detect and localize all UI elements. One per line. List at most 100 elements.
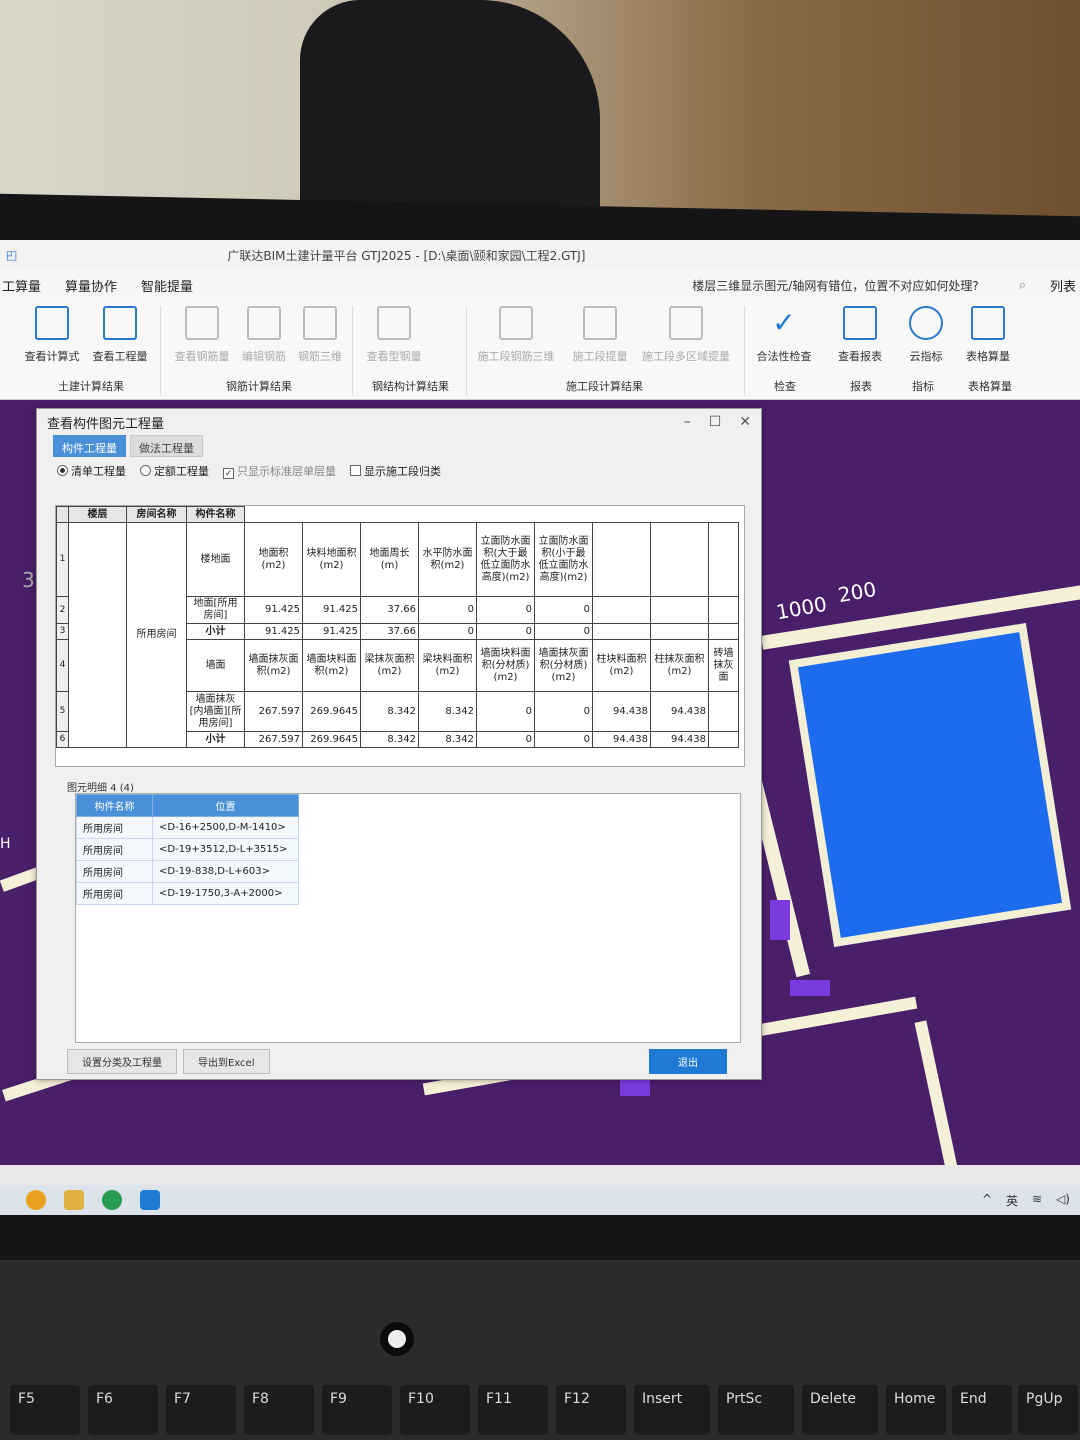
detail-row[interactable]: 所用房间 <D-19+3512,D-L+3515> xyxy=(76,838,299,861)
taskbar: ^ 英 ≋ ◁) xyxy=(0,1185,1080,1215)
folder-icon[interactable] xyxy=(64,1190,84,1210)
validity-check-button[interactable]: ✓ 合法性检查 xyxy=(752,306,816,364)
group-steel: 钢结构计算结果 xyxy=(372,380,449,393)
menu-bar: 工算量 算量协作 智能提量 楼层三维显示图元/轴网有错位，位置不对应如何处理? … xyxy=(0,270,1080,300)
cloud-icon xyxy=(909,306,943,340)
rebar-edit-icon xyxy=(247,306,281,340)
tab-component-qty[interactable]: 构件工程量 xyxy=(53,435,126,457)
view-formula-button[interactable]: 查看计算式 xyxy=(20,306,84,364)
view-report-button[interactable]: 查看报表 xyxy=(828,306,892,364)
export-excel-button[interactable]: 导出到Excel xyxy=(183,1049,270,1074)
quantity-table[interactable]: 楼层 房间名称 构件名称 1 所用房间 楼地面 地面积(m2) 块料地面积(m2… xyxy=(55,505,745,767)
radio-bill-qty[interactable]: 清单工程量 xyxy=(57,463,126,479)
detail-panel: 构件名称 位置 所用房间 <D-16+2500,D-M-1410> 所用房间 <D-… xyxy=(75,793,741,1043)
cloud-index-button[interactable]: 云指标 xyxy=(894,306,958,364)
floor-subtotal-label: 小计 xyxy=(186,623,245,640)
key-f11: F11 xyxy=(478,1385,548,1435)
key-f10: F10 xyxy=(400,1385,470,1435)
radio-quota-qty[interactable]: 定额工程量 xyxy=(140,463,209,479)
detail-row[interactable]: 所用房间 <D-16+2500,D-M-1410> xyxy=(76,816,299,839)
view-quantity-button[interactable]: 查看工程量 xyxy=(88,306,152,364)
rebar-3d-icon xyxy=(303,306,337,340)
webcam xyxy=(388,1330,406,1348)
chevron-up-icon[interactable]: ^ xyxy=(982,1192,992,1209)
edit-rebar-button[interactable]: 编辑钢筋 xyxy=(232,306,296,364)
list-label[interactable]: 列表 xyxy=(1050,276,1076,295)
laptop-keyboard: F5 F6 F7 F8 F9 F10 F11 F12 Insert PrtSc … xyxy=(0,1260,1080,1440)
tab-method-qty[interactable]: 做法工程量 xyxy=(130,435,203,457)
axis-label-h: H xyxy=(0,836,11,852)
key-delete: Delete xyxy=(802,1385,878,1435)
header-room: 房间名称 xyxy=(126,506,187,523)
check-show-stage[interactable]: 显示施工段归类 xyxy=(350,463,441,479)
window-title: 广联达BIM土建计量平台 GTJ2025 - [D:\桌面\颐和家园\工程2.G… xyxy=(227,248,586,263)
detail-row[interactable]: 所用房间 <D-19-838,D-L+603> xyxy=(76,860,299,883)
quantity-icon xyxy=(103,306,137,340)
wall-row-name: 墙面抹灰[内墙面][所用房间] xyxy=(186,691,245,732)
stage-rebar-3d-button[interactable]: 施工段钢筋三维 xyxy=(474,306,558,364)
minimize-icon[interactable]: – xyxy=(684,414,691,430)
detail-header-pos: 位置 xyxy=(152,794,299,817)
view-rebar-button[interactable]: 查看钢筋量 xyxy=(170,306,234,364)
header-component: 构件名称 xyxy=(186,506,245,523)
key-home: Home xyxy=(886,1385,946,1435)
stage-multi-qty-button[interactable]: 施工段多区域提量 xyxy=(636,306,736,364)
view-steel-button[interactable]: 查看型钢量 xyxy=(362,306,426,364)
formula-icon xyxy=(35,306,69,340)
system-tray: ^ 英 ≋ ◁) xyxy=(982,1192,1070,1209)
menu-collab[interactable]: 算量协作 xyxy=(65,276,117,295)
key-f6: F6 xyxy=(88,1385,158,1435)
group-check: 检查 xyxy=(774,380,796,393)
help-hint[interactable]: 楼层三维显示图元/轴网有错位，位置不对应如何处理? xyxy=(692,277,978,294)
header-floor: 楼层 xyxy=(68,506,127,523)
input-language[interactable]: 英 xyxy=(1006,1192,1018,1209)
volume-icon[interactable]: ◁) xyxy=(1056,1192,1070,1209)
detail-header-name: 构件名称 xyxy=(76,794,153,817)
menu-smart[interactable]: 智能提量 xyxy=(141,276,193,295)
title-bar: ◰ 广联达BIM土建计量平台 GTJ2025 - [D:\桌面\颐和家园\工程2… xyxy=(0,240,1080,270)
set-classification-button[interactable]: 设置分类及工程量 xyxy=(67,1049,177,1074)
status-bar xyxy=(0,1165,1080,1185)
close-icon[interactable]: ✕ xyxy=(739,414,751,430)
report-icon xyxy=(843,306,877,340)
rebar-view-icon xyxy=(185,306,219,340)
key-f7: F7 xyxy=(166,1385,236,1435)
options-row: 清单工程量 定额工程量 只显示标准层单层量 显示施工段归类 xyxy=(37,457,761,485)
key-insert: Insert xyxy=(634,1385,710,1435)
search-icon[interactable]: ⌕ xyxy=(1019,278,1026,293)
key-pgup: PgUp xyxy=(1018,1385,1078,1435)
group-index: 指标 xyxy=(912,380,934,393)
key-f12: F12 xyxy=(556,1385,626,1435)
dialog-tabs: 构件工程量 做法工程量 xyxy=(37,435,761,457)
steel-icon xyxy=(377,306,411,340)
wifi-icon[interactable]: ≋ xyxy=(1032,1192,1042,1209)
room-name-cell: 所用房间 xyxy=(126,522,187,748)
dialog-button-bar: 设置分类及工程量 导出到Excel 退出 xyxy=(67,1049,727,1074)
gtj-app-icon[interactable] xyxy=(140,1190,160,1210)
dialog-title: 查看构件图元工程量 xyxy=(47,416,165,432)
maximize-icon[interactable]: ☐ xyxy=(709,414,722,430)
menu-calc[interactable]: 工算量 xyxy=(2,276,41,295)
browser-icon[interactable] xyxy=(102,1190,122,1210)
detail-row[interactable]: 所用房间 <D-19-1750,3-A+2000> xyxy=(76,882,299,905)
app-icon-orange[interactable] xyxy=(26,1190,46,1210)
dialog-titlebar: 查看构件图元工程量 – ☐ ✕ xyxy=(37,409,761,435)
stage-qty-button[interactable]: 施工段提量 xyxy=(568,306,632,364)
table-calc-button[interactable]: 表格算量 xyxy=(956,306,1020,364)
key-end: End xyxy=(952,1385,1012,1435)
app-icon: ◰ xyxy=(6,248,18,262)
dimension-200: 200 xyxy=(836,576,878,608)
group-table: 表格算量 xyxy=(968,380,1012,393)
stage-multi-icon xyxy=(669,306,703,340)
table-calc-icon xyxy=(971,306,1005,340)
wall-subtotal-label: 小计 xyxy=(186,731,245,748)
group-rebar: 钢筋计算结果 xyxy=(226,380,292,393)
check-standard-floor[interactable]: 只显示标准层单层量 xyxy=(223,463,336,479)
rebar-3d-button[interactable]: 钢筋三维 xyxy=(288,306,352,364)
group-stage: 施工段计算结果 xyxy=(566,380,643,393)
component-quantity-dialog: 查看构件图元工程量 – ☐ ✕ 构件工程量 做法工程量 清单工程量 定额工程量 … xyxy=(36,408,762,1080)
exit-button[interactable]: 退出 xyxy=(649,1049,727,1074)
detail-label: 图元明细 4 (4) xyxy=(67,783,134,794)
stage-qty-icon xyxy=(583,306,617,340)
floor-group-cell: 楼地面 xyxy=(186,522,245,597)
